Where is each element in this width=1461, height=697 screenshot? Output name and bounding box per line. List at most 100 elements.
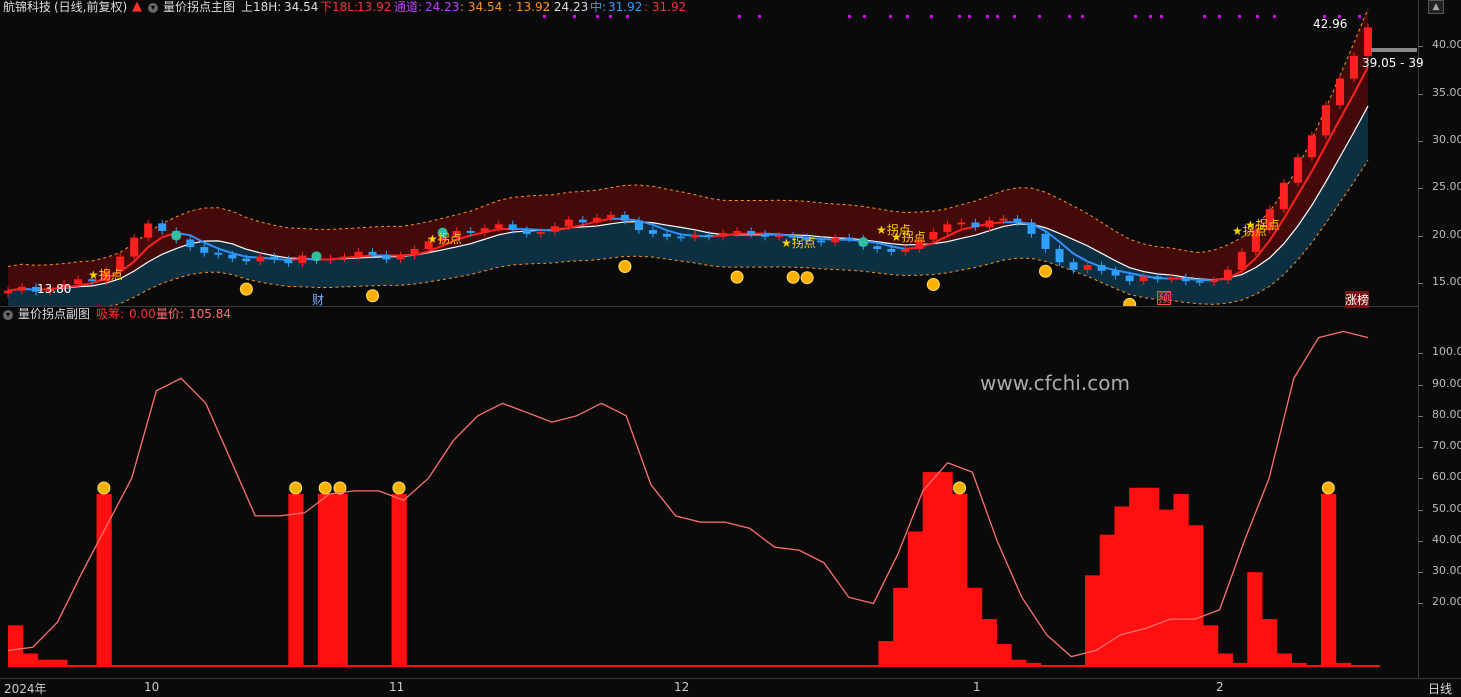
price-tick bbox=[1418, 236, 1423, 237]
top-signal-dot bbox=[1273, 15, 1276, 18]
candle-body bbox=[523, 230, 531, 234]
absorb-bar bbox=[967, 588, 982, 666]
absorb-bar bbox=[8, 625, 23, 666]
sub-tick bbox=[1418, 572, 1423, 573]
price-tick bbox=[1418, 141, 1423, 142]
absorb-bar bbox=[1159, 510, 1174, 666]
turn-point-label: ★拐点 bbox=[891, 228, 926, 245]
top-signal-dot bbox=[758, 15, 761, 18]
top-signal-dot bbox=[1134, 15, 1137, 18]
candle-body bbox=[284, 259, 292, 263]
buy-signal-icon bbox=[240, 283, 252, 295]
x-label: 10 bbox=[144, 680, 159, 694]
timeframe-selector[interactable]: 日线 bbox=[1428, 680, 1452, 697]
absorb-bar bbox=[1114, 507, 1129, 666]
candle-body bbox=[957, 222, 965, 224]
top-signal-dot bbox=[958, 15, 961, 18]
x-label: 2024年 bbox=[4, 680, 47, 697]
candle-body bbox=[635, 221, 643, 230]
candle-body bbox=[971, 222, 979, 227]
candle-body bbox=[1308, 135, 1316, 157]
absorb-bar bbox=[1247, 572, 1262, 666]
candle-body bbox=[887, 249, 895, 252]
candle-body bbox=[943, 224, 951, 232]
candle-body bbox=[74, 279, 82, 284]
candle-body bbox=[1070, 262, 1078, 270]
high-marker-bar bbox=[1371, 48, 1417, 52]
buy-signal-icon bbox=[619, 260, 631, 272]
candle-body bbox=[144, 223, 152, 237]
candle-body bbox=[298, 256, 306, 264]
candle-body bbox=[340, 257, 348, 259]
candle-body bbox=[1364, 27, 1372, 55]
range-label: 39.05 - 39 bbox=[1362, 56, 1424, 70]
absorb-bar bbox=[1173, 494, 1188, 666]
candle-body bbox=[621, 215, 629, 221]
price-tick-label: 35.00 bbox=[1432, 86, 1461, 99]
main-chart[interactable] bbox=[0, 0, 1418, 306]
buy-signal-icon bbox=[731, 271, 743, 283]
candle-body bbox=[158, 223, 166, 231]
sub-tick bbox=[1418, 385, 1423, 386]
candle-body bbox=[999, 219, 1007, 221]
buy-signal-icon bbox=[1040, 265, 1052, 277]
candle-body bbox=[719, 233, 727, 237]
candle-body bbox=[873, 246, 881, 249]
candle-body bbox=[1112, 271, 1120, 276]
absorb-bar bbox=[1218, 653, 1233, 666]
top-signal-dot bbox=[848, 15, 851, 18]
top-signal-dot bbox=[863, 15, 866, 18]
absorb-bar bbox=[392, 494, 407, 666]
price-tick-label: 15.00 bbox=[1432, 275, 1461, 288]
top-signal-dot bbox=[1068, 15, 1071, 18]
top-signal-dot bbox=[1149, 15, 1152, 18]
candle-body bbox=[481, 228, 489, 233]
money-bag-icon bbox=[290, 482, 302, 494]
price-tick-label: 30.00 bbox=[1432, 133, 1461, 146]
x-label: 1 bbox=[973, 680, 981, 694]
absorb-bar bbox=[1321, 494, 1336, 666]
price-tick bbox=[1418, 46, 1423, 47]
candle-body bbox=[1140, 276, 1148, 281]
sub-tick bbox=[1418, 603, 1423, 604]
candle-body bbox=[1154, 276, 1162, 279]
top-signal-dot bbox=[1081, 15, 1084, 18]
top-signal-dot bbox=[738, 15, 741, 18]
absorb-bar bbox=[288, 494, 303, 666]
absorb-bar bbox=[923, 472, 938, 666]
candle-body bbox=[467, 231, 475, 233]
top-signal-dot bbox=[1038, 15, 1041, 18]
sub-tick bbox=[1418, 541, 1423, 542]
high-price-label: 42.96 bbox=[1313, 17, 1347, 31]
top-signal-dot bbox=[1013, 15, 1016, 18]
candle-body bbox=[733, 231, 741, 233]
candle-body bbox=[985, 221, 993, 228]
scroll-up-button[interactable]: ▲ bbox=[1428, 0, 1444, 14]
top-signal-dot bbox=[543, 15, 546, 18]
candle-body bbox=[397, 256, 405, 260]
top-signal-dot bbox=[986, 15, 989, 18]
zhangbang-marker: 涨榜 bbox=[1345, 291, 1369, 308]
sub-tick bbox=[1418, 416, 1423, 417]
candle-body bbox=[1028, 222, 1036, 233]
candle-body bbox=[1280, 183, 1288, 210]
buy-signal-icon bbox=[927, 279, 939, 291]
absorb-bar bbox=[1188, 525, 1203, 666]
sub-chart[interactable] bbox=[0, 307, 1418, 678]
candle-body bbox=[1224, 270, 1232, 280]
candle-body bbox=[355, 252, 363, 257]
sub-tick-label: 60.00 bbox=[1432, 470, 1461, 483]
x-label: 2 bbox=[1216, 680, 1224, 694]
sub-tick-label: 70.00 bbox=[1432, 439, 1461, 452]
candle-body bbox=[1210, 280, 1218, 282]
candle-body bbox=[1238, 252, 1246, 270]
candle-body bbox=[1013, 219, 1021, 223]
signal-flag-icon bbox=[858, 237, 868, 247]
candle-body bbox=[929, 232, 937, 240]
sub-tick-label: 90.00 bbox=[1432, 377, 1461, 390]
candle-body bbox=[1084, 265, 1092, 270]
buy-signal-icon bbox=[367, 290, 379, 302]
candle-body bbox=[1098, 265, 1106, 271]
candle-body bbox=[607, 215, 615, 218]
sub-tick-label: 40.00 bbox=[1432, 533, 1461, 546]
